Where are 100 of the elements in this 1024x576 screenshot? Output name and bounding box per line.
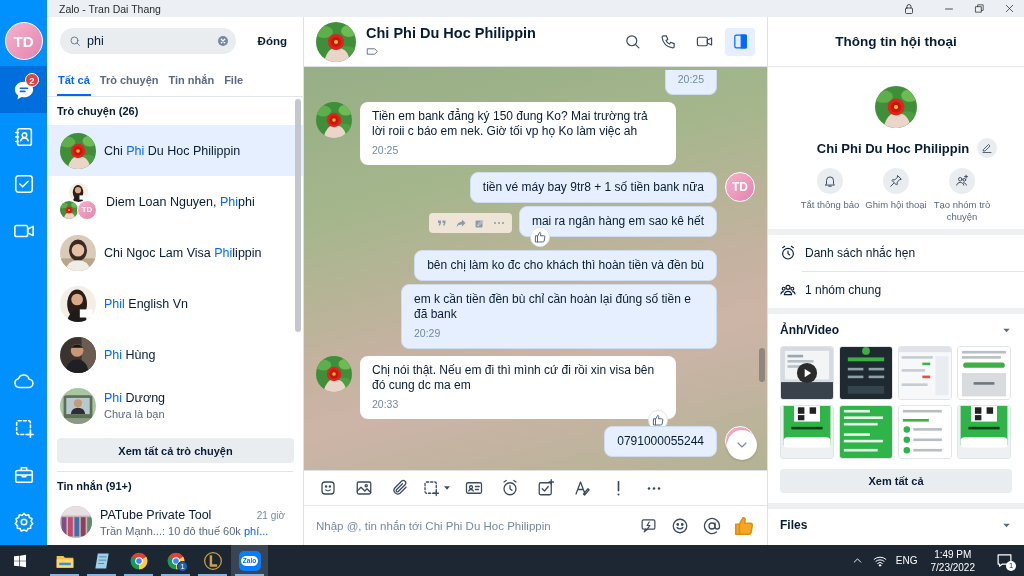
close-icon bbox=[1003, 3, 1015, 14]
unread-badge: 2 bbox=[25, 73, 39, 87]
create-group-button[interactable]: Tạo nhóm trò chuyện bbox=[930, 168, 994, 223]
text-format-icon bbox=[573, 479, 591, 497]
task-icon bbox=[537, 479, 555, 497]
contact-name: Phil English Vn bbox=[104, 296, 190, 311]
message-text: Chị nói thật. Nếu em đi thì mình cứ đi rồi xin visa bên đó cung dc ma em bbox=[372, 363, 656, 393]
see-all-button[interactable]: Xem tất cả trò chuyện bbox=[57, 438, 294, 463]
search-icon bbox=[623, 33, 641, 50]
search-icon bbox=[69, 35, 81, 47]
chat-title: Chi Phi Du Hoc Philippin bbox=[366, 25, 537, 41]
avatar: TD bbox=[77, 199, 97, 220]
wifi-icon[interactable] bbox=[872, 553, 887, 568]
scrollbar[interactable] bbox=[759, 348, 765, 382]
quick-message-icon bbox=[639, 517, 657, 534]
search-tab[interactable]: Trò chuyện bbox=[98, 65, 160, 96]
search-field[interactable]: phi bbox=[60, 28, 236, 54]
play-icon[interactable] bbox=[796, 362, 818, 384]
clock[interactable]: 1:49 PM 7/23/2022 bbox=[930, 547, 975, 574]
info-panel-button[interactable] bbox=[725, 27, 755, 56]
exclamation-icon bbox=[615, 480, 621, 496]
pin-icon bbox=[889, 174, 903, 188]
message-result[interactable]: PATube Private Tool 21 giờ Trần Mạnh...: 10 đô thuế 60k phí... bbox=[47, 500, 303, 544]
avatar: TD bbox=[4, 22, 43, 60]
sticker-icon bbox=[319, 479, 337, 497]
search-tab[interactable]: File bbox=[223, 65, 245, 96]
avatar: TD bbox=[725, 172, 755, 202]
search-tab[interactable]: Tin nhắn bbox=[167, 65, 216, 96]
like-icon[interactable] bbox=[529, 227, 550, 247]
message-time: 20:25 bbox=[372, 143, 400, 158]
checkbox-icon bbox=[12, 172, 35, 195]
panel-title: Thông tin hội thoại bbox=[835, 34, 957, 49]
screenshot-icon bbox=[422, 479, 440, 497]
message-input[interactable]: Nhập @, tin nhắn tới Chi Phi Du Hoc Philippin bbox=[316, 519, 627, 532]
image-icon bbox=[355, 479, 373, 497]
thumbs-up-icon bbox=[733, 514, 755, 537]
contact-card-icon bbox=[465, 479, 483, 497]
windows-icon bbox=[12, 552, 28, 569]
contact-name: Phi Hùng bbox=[104, 347, 157, 362]
message-text: mai ra ngân hàng em sao kê hết bbox=[531, 214, 704, 229]
nav-button[interactable]: 2 bbox=[0, 66, 47, 113]
clock-time: 1:49 PM bbox=[934, 547, 972, 561]
more-icon bbox=[645, 485, 663, 491]
message-text: em k cần tiền đền bù chỉ cần hoàn lại đúng số tiền e đã bank bbox=[414, 292, 692, 322]
contact-name: Phi Dương bbox=[104, 391, 167, 405]
clear-icon[interactable] bbox=[217, 35, 229, 47]
alarm-icon bbox=[501, 479, 519, 497]
window-title: Zalo - Tran Dai Thang bbox=[59, 2, 161, 15]
rename-button[interactable] bbox=[977, 138, 998, 158]
message-snippet: Trần Mạnh...: 10 đô thuế 60k phí... bbox=[100, 524, 270, 537]
conversation-row[interactable]: Chi Ngoc Lam Visa Philippin bbox=[47, 227, 303, 278]
pencil-icon bbox=[981, 142, 994, 154]
section-title: Tin nhắn (91+) bbox=[56, 479, 133, 494]
clock-date: 7/23/2022 bbox=[930, 560, 975, 574]
mute-button[interactable]: Tắt thông báo bbox=[798, 168, 862, 223]
browser-icon bbox=[165, 550, 186, 571]
message-time: 21 giờ bbox=[256, 509, 285, 521]
lock-icon bbox=[903, 2, 915, 15]
contact-status: Chưa là bạn bbox=[104, 408, 166, 420]
message-time: 20:33 bbox=[372, 397, 400, 412]
pin-button[interactable]: Ghim hội thoại bbox=[864, 168, 928, 223]
conversation-row[interactable]: Chi Phi Du Hoc Philippin bbox=[47, 125, 303, 176]
contact-name: Chi Phi Du Hoc Philippin bbox=[816, 140, 970, 156]
conversation-row[interactable]: Phi Dương Chưa là bạn bbox=[47, 380, 303, 431]
section-title: Ảnh/Video bbox=[780, 323, 840, 337]
conversation-row[interactable]: TD Diem Loan Nguyen, Phiphi bbox=[47, 176, 303, 227]
contacts-icon bbox=[12, 125, 35, 148]
tag-icon[interactable] bbox=[366, 45, 379, 58]
close-search-button[interactable]: Đóng bbox=[251, 31, 293, 51]
conversation-row[interactable]: Phil English Vn bbox=[47, 278, 303, 329]
scrollbar[interactable] bbox=[295, 99, 301, 332]
game-icon bbox=[202, 550, 223, 571]
conversation-row[interactable]: Phi Hùng bbox=[47, 329, 303, 380]
group-add-icon bbox=[955, 174, 969, 188]
message-text: tiền vé máy bay 9tr8 + 1 số tiền bank nữa bbox=[482, 180, 704, 195]
message-text: bên chị làm ko đc cho khách thì hoàn tiền và đền bù bbox=[427, 258, 704, 273]
browser-icon bbox=[128, 550, 149, 571]
settings-icon bbox=[12, 510, 35, 533]
message-text: 0791000055244 bbox=[617, 434, 704, 449]
search-tab[interactable]: Tất cả bbox=[57, 65, 91, 96]
message-time: 20:29 bbox=[414, 326, 442, 341]
sidebar-icon bbox=[731, 33, 749, 50]
info-link[interactable]: Danh sách nhắc hẹn bbox=[768, 235, 1024, 271]
message-text: Tiền em bank đẳng ký 150 đung Ko? Mai trường trả lời roii c báo em nek. Giờ tối vp họ Ko làm việc ah bbox=[372, 109, 649, 139]
notification-icon bbox=[995, 552, 1013, 569]
contact-name: Chi Ngoc Lam Visa Philippin bbox=[104, 245, 263, 260]
see-all-button[interactable]: Xem tất cả bbox=[780, 469, 1012, 493]
info-link[interactable]: 1 nhóm chung bbox=[768, 272, 1024, 308]
mention-icon bbox=[703, 516, 721, 535]
contact-name: Chi Phi Du Hoc Philippin bbox=[104, 143, 242, 158]
section-title: Files bbox=[780, 518, 808, 532]
phone-icon bbox=[659, 33, 677, 50]
restore-icon bbox=[973, 3, 985, 14]
language-indicator[interactable]: ENG bbox=[895, 555, 918, 566]
contact-name: Diem Loan Nguyen, Phiphi bbox=[106, 194, 256, 209]
message-time: 20:25 bbox=[677, 72, 704, 87]
contact-name: PATube Private Tool bbox=[100, 507, 212, 522]
link-label: Danh sách nhắc hẹn bbox=[805, 246, 916, 260]
emoji-icon bbox=[671, 516, 689, 535]
bell-icon bbox=[823, 174, 837, 188]
